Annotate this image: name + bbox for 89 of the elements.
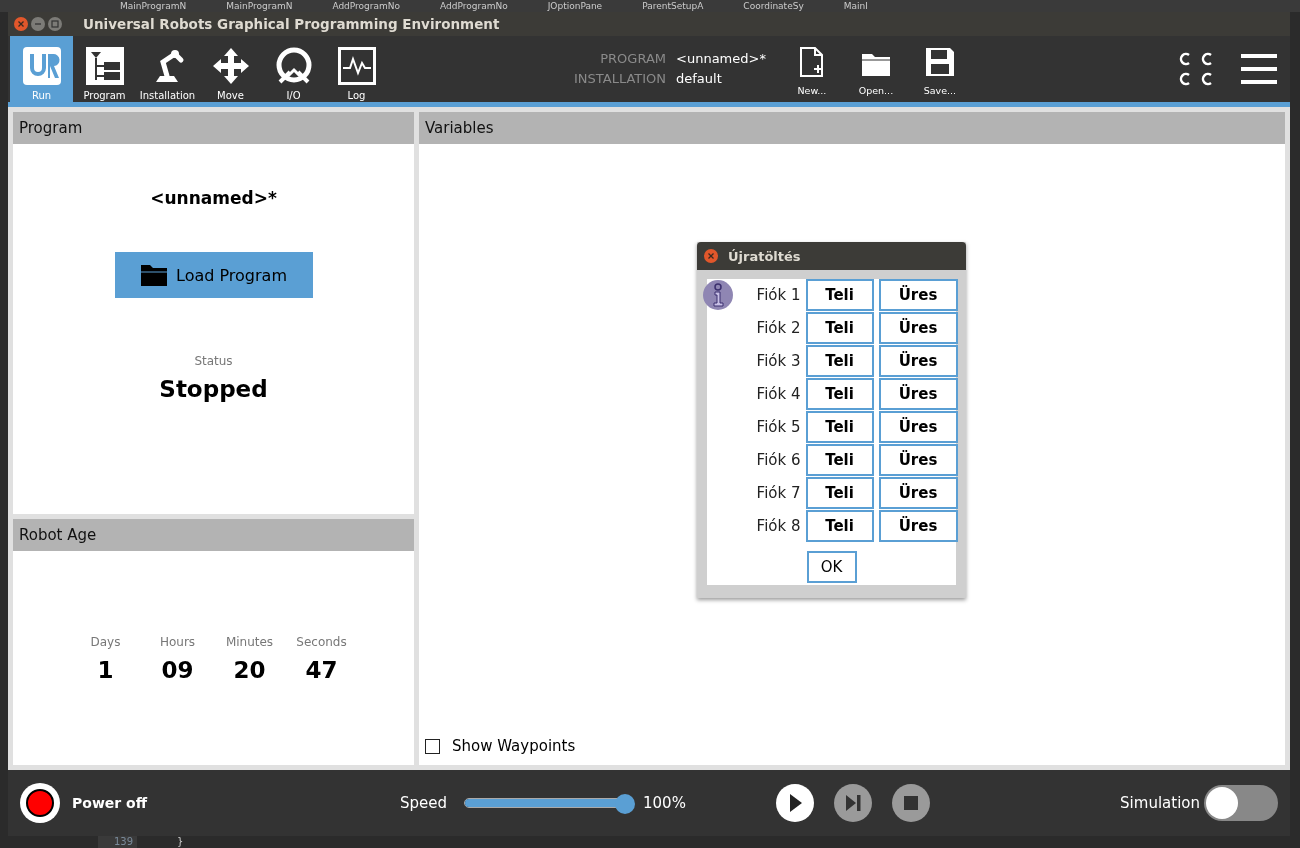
checkbox[interactable] [425, 738, 440, 754]
window-title: Universal Robots Graphical Programming Environment [83, 16, 500, 32]
close-icon[interactable] [14, 17, 28, 31]
age-unit-label: Seconds [296, 635, 347, 649]
drawer-label: Fiók 3 [755, 351, 801, 372]
full-button[interactable]: Teli [805, 477, 874, 509]
nav-tab[interactable]: Program [73, 36, 136, 102]
menu-icon[interactable] [1240, 53, 1278, 85]
drawer-label: Fiók 4 [755, 384, 801, 405]
slider-thumb[interactable] [615, 794, 636, 814]
full-button[interactable]: Teli [805, 279, 874, 311]
power-status: Power off [72, 795, 148, 811]
age-unit-value: 20 [233, 657, 266, 683]
panel-header: Robot Age [13, 519, 414, 551]
full-button[interactable]: Teli [805, 312, 874, 344]
nav-tab[interactable]: Move [199, 36, 262, 102]
empty-button[interactable]: Üres [878, 411, 958, 443]
file-info-value: default [676, 70, 723, 88]
file-info-label: INSTALLATION [574, 70, 667, 88]
drawer-label: Fiók 1 [755, 285, 801, 306]
speed-reading: 100% [643, 794, 686, 812]
drawer-label: Fiók 2 [755, 318, 801, 339]
status-value: Stopped [159, 376, 268, 402]
info-icon [701, 279, 734, 311]
close-icon[interactable] [704, 249, 718, 263]
empty-button[interactable]: Üres [878, 279, 958, 311]
desktop-tab[interactable]: MainProgramN [226, 0, 293, 12]
folder-icon [860, 51, 891, 77]
desktop-tab[interactable]: MainI [843, 0, 868, 12]
folder-icon [140, 263, 168, 287]
full-button[interactable]: Teli [805, 345, 874, 377]
simulation-toggle[interactable] [1204, 785, 1278, 821]
file-button[interactable]: Save... [911, 36, 968, 102]
full-button[interactable]: Teli [805, 378, 874, 410]
load-program-button[interactable]: Load Program [114, 252, 313, 298]
nav-tab[interactable]: Installation [136, 36, 199, 102]
power-icon[interactable] [20, 783, 60, 823]
file-info-value: <unnamed>* [676, 50, 766, 68]
desktop-tab[interactable]: AddProgramNo [332, 0, 401, 12]
dialog-title: Újratöltés [728, 248, 801, 264]
age-unit-label: Days [90, 635, 121, 649]
full-button[interactable]: Teli [805, 444, 874, 476]
desktop-tab[interactable]: CoordinateSy [743, 0, 804, 12]
panel-header: Program [13, 112, 414, 144]
age-unit-value: 09 [161, 657, 194, 683]
age-unit-value: 47 [305, 657, 338, 683]
empty-button[interactable]: Üres [878, 477, 958, 509]
drawer-label: Fiók 7 [755, 483, 801, 504]
new-file-icon [798, 47, 825, 77]
file-button[interactable]: Open... [847, 36, 904, 102]
step-icon[interactable] [833, 784, 872, 822]
simulation-label: Simulation [1120, 794, 1200, 812]
empty-button[interactable]: Üres [878, 510, 958, 542]
log-chart-icon [336, 46, 377, 86]
desktop-tab[interactable]: MainProgramN [120, 0, 187, 12]
minimize-icon[interactable] [31, 17, 45, 31]
ok-button[interactable]: OK [806, 551, 857, 583]
speed-label: Speed [400, 794, 448, 812]
empty-button[interactable]: Üres [878, 345, 958, 377]
checkbox-label: Show Waypoints [452, 737, 576, 755]
drawer-label: Fiók 8 [755, 516, 801, 537]
file-button[interactable]: New... [783, 36, 840, 102]
maximize-icon[interactable] [48, 17, 62, 31]
panel-header: Variables [419, 112, 1285, 144]
program-name: <unnamed>* [150, 188, 277, 208]
desktop-tab[interactable]: JOptionPane [547, 0, 603, 12]
desktop-tab[interactable]: AddProgramNo [440, 0, 508, 12]
age-unit-label: Minutes [225, 635, 274, 649]
empty-button[interactable]: Üres [878, 312, 958, 344]
line-number: 139 [98, 836, 138, 848]
nav-tab[interactable]: Log [325, 36, 388, 102]
nav-tab[interactable]: I/O [262, 36, 325, 102]
status-label: Status [194, 354, 233, 368]
full-button[interactable]: Teli [805, 510, 874, 542]
full-button[interactable]: Teli [805, 411, 874, 443]
file-info-label: PROGRAM [599, 50, 667, 68]
empty-button[interactable]: Üres [878, 378, 958, 410]
save-icon [924, 47, 955, 77]
logo-icon [21, 46, 62, 86]
desktop-tab[interactable]: ParentSetupA [642, 0, 704, 12]
code-line: } [177, 836, 184, 848]
empty-button[interactable]: Üres [878, 444, 958, 476]
stop-icon[interactable] [891, 784, 930, 822]
play-icon[interactable] [775, 784, 814, 822]
drawer-label: Fiók 6 [755, 450, 801, 471]
age-unit-value: 1 [97, 657, 114, 683]
age-unit-label: Hours [159, 635, 196, 649]
program-tree-icon [84, 46, 125, 86]
drawer-label: Fiók 5 [755, 417, 801, 438]
